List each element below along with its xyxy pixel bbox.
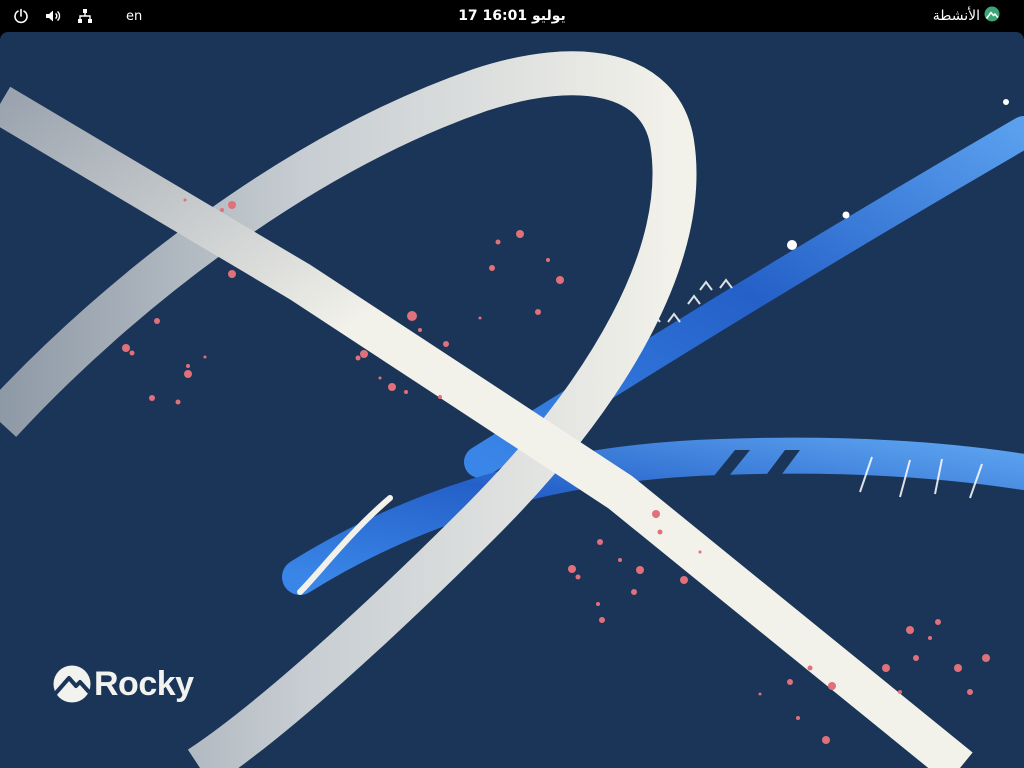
rocky-mountain-icon <box>53 665 91 703</box>
date-time-button[interactable]: 17 يوليو 16:01 <box>458 8 566 24</box>
activities-label: الأنشطة <box>932 8 980 24</box>
rocky-brand-logo: Rocky <box>52 664 194 704</box>
rocky-logo-icon <box>984 6 1000 26</box>
desktop-wallpaper[interactable]: Rocky <box>0 32 1024 768</box>
top-bar: en 17 يوليو 16:01 الأنشطة <box>0 0 1024 32</box>
power-icon[interactable] <box>10 5 32 27</box>
clock-area: 17 يوليو 16:01 <box>0 0 1024 32</box>
volume-icon[interactable] <box>42 5 64 27</box>
network-icon[interactable] <box>74 5 96 27</box>
system-status-area[interactable]: en <box>10 0 142 32</box>
brand-wordmark: Rocky <box>94 664 194 703</box>
wallpaper-artwork <box>0 51 1024 768</box>
activities-button[interactable]: الأنشطة <box>933 0 1000 32</box>
keyboard-language-indicator[interactable]: en <box>126 9 142 24</box>
